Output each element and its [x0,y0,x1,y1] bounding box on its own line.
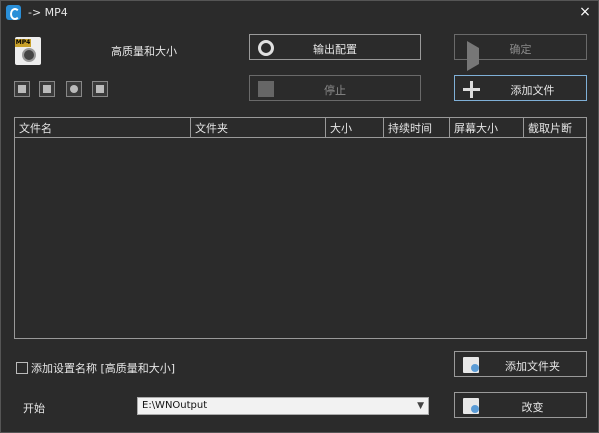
add-folder-label: 添加文件夹 [505,360,560,373]
add-preset-name-checkbox[interactable] [16,362,28,374]
col-folder[interactable]: 文件夹 [191,118,326,137]
change-button[interactable]: 改变 [454,392,587,418]
plus-icon [463,81,480,98]
col-duration[interactable]: 持续时间 [384,118,450,137]
list-icon[interactable] [92,81,108,97]
clip-icon[interactable] [39,81,55,97]
confirm-label: 确定 [509,43,532,56]
col-filename[interactable]: 文件名 [15,118,191,137]
stop-button[interactable]: 停止 [249,75,421,101]
chevron-down-icon[interactable]: ▼ [417,401,424,411]
start-label: 开始 [23,402,45,415]
output-config-label: 输出配置 [313,43,357,56]
app-icon [6,5,21,20]
col-clip[interactable]: 截取片断 [524,118,586,137]
output-folder-select[interactable]: E:\WNOutput ▼ [137,397,429,415]
add-preset-name-option[interactable]: 添加设置名称 [高质量和大小] [16,360,175,376]
add-file-label: 添加文件 [510,84,555,97]
add-preset-name-label: 添加设置名称 [高质量和大小] [31,362,176,375]
play-icon[interactable] [66,81,82,97]
film-reel-icon [22,48,36,62]
stop-label: 停止 [324,84,346,97]
add-file-button[interactable]: 添加文件 [454,75,587,101]
col-size[interactable]: 大小 [326,118,384,137]
col-screen-size[interactable]: 屏幕大小 [450,118,524,137]
add-icon[interactable] [14,81,30,97]
add-folder-button[interactable]: 添加文件夹 [454,351,587,377]
title-bar: -> MP4 × [1,1,598,25]
change-label: 改变 [521,401,544,414]
output-folder-value: E:\WNOutput [142,400,208,411]
table-header: 文件名 文件夹 大小 持续时间 屏幕大小 截取片断 [15,118,586,138]
window-title: -> MP4 [28,6,68,19]
preset-name: 高质量和大小 [111,45,177,58]
file-table[interactable]: 文件名 文件夹 大小 持续时间 屏幕大小 截取片断 [14,117,587,339]
output-config-button[interactable]: 输出配置 [249,34,421,60]
folder-icon [463,357,479,373]
mp4-tag: MP4 [15,39,31,47]
confirm-button[interactable]: 确定 [454,34,587,71]
mp4-file-icon: MP4 [15,37,41,65]
folder-change-icon [463,398,479,414]
close-button[interactable]: × [577,4,593,20]
